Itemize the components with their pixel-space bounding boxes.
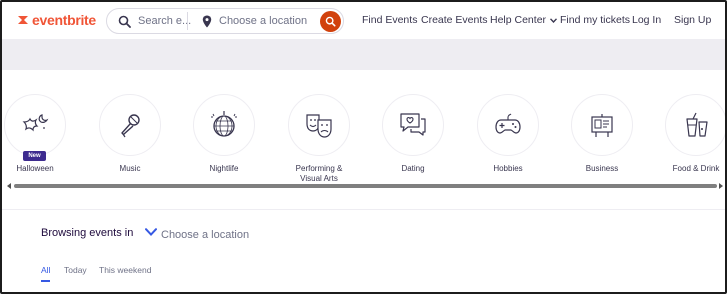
presentation-board-icon xyxy=(591,114,613,137)
category-label: Hobbies xyxy=(493,164,523,173)
eventbrite-logo-mark-icon xyxy=(18,16,28,24)
bat-moon-icon xyxy=(22,114,49,132)
search-submit-button[interactable] xyxy=(320,11,341,32)
category-icon-circle xyxy=(665,94,725,156)
category-nightlife[interactable]: Nightlife xyxy=(184,94,264,174)
nav-find-my-tickets[interactable]: Find my tickets xyxy=(560,14,630,26)
nav-find-events[interactable]: Find Events xyxy=(362,14,417,26)
chevron-down-icon[interactable] xyxy=(145,228,157,236)
category-business[interactable]: Business xyxy=(562,94,642,174)
category-label: Music xyxy=(119,164,141,173)
category-music[interactable]: Music xyxy=(90,94,170,174)
category-icon-circle xyxy=(288,94,350,156)
category-dating[interactable]: Dating xyxy=(373,94,453,174)
category-label: Dating xyxy=(401,164,425,173)
top-header: eventbrite Search e... Choose a location… xyxy=(2,2,725,39)
nav-create-events[interactable]: Create Events xyxy=(421,14,488,26)
category-label: Business xyxy=(585,164,619,173)
category-halloween[interactable]: Halloween xyxy=(2,94,75,174)
microphone-icon xyxy=(121,114,140,138)
drink-icon xyxy=(686,112,708,137)
nav-help-center[interactable]: Help Center xyxy=(490,14,558,26)
tab-today[interactable]: Today xyxy=(64,265,87,275)
search-events-input[interactable]: Search e... xyxy=(138,15,191,27)
search-bar: Search e... Choose a location xyxy=(106,8,344,34)
category-icon-circle xyxy=(4,94,66,156)
theater-masks-icon xyxy=(306,114,332,138)
category-food-drink[interactable]: Food & Drink xyxy=(656,94,725,174)
category-label: Halloween xyxy=(16,164,54,173)
nav-sign-up[interactable]: Sign Up xyxy=(674,14,711,26)
eventbrite-logo[interactable]: eventbrite xyxy=(16,12,96,28)
nav-log-in[interactable]: Log In xyxy=(632,14,661,26)
chat-heart-icon xyxy=(400,113,426,136)
scroll-left-arrow-icon[interactable] xyxy=(7,183,11,189)
category-icon-circle xyxy=(382,94,444,156)
logo-wordmark: eventbrite xyxy=(32,12,96,28)
category-label: Food & Drink xyxy=(672,164,720,173)
search-divider xyxy=(187,12,188,30)
category-icon-circle xyxy=(99,94,161,156)
search-icon xyxy=(325,16,336,27)
scroll-right-arrow-icon[interactable] xyxy=(719,183,723,189)
category-label: Performing & Visual Arts xyxy=(295,164,343,183)
tab-this-weekend[interactable]: This weekend xyxy=(99,265,151,275)
browse-location-selector[interactable]: Choose a location xyxy=(161,229,249,241)
location-input[interactable]: Choose a location xyxy=(219,15,307,27)
new-badge: New xyxy=(23,151,46,161)
gamepad-icon xyxy=(495,113,521,134)
scrollbar-thumb[interactable] xyxy=(14,184,717,188)
category-performing-visual-arts[interactable]: Performing & Visual Arts xyxy=(279,94,359,184)
tab-all[interactable]: All xyxy=(41,265,50,275)
browsing-events-label: Browsing events in xyxy=(41,227,134,239)
location-pin-icon xyxy=(202,15,212,28)
category-icon-circle xyxy=(193,94,255,156)
search-icon xyxy=(118,15,131,28)
category-icon-circle xyxy=(477,94,539,156)
chevron-down-icon xyxy=(550,18,558,23)
nav-help-center-label: Help Center xyxy=(490,14,547,26)
browser-viewport: eventbrite Search e... Choose a location… xyxy=(0,0,727,294)
section-divider xyxy=(2,209,725,210)
category-hobbies[interactable]: Hobbies xyxy=(468,94,548,174)
promo-banner xyxy=(2,39,725,70)
active-tab-indicator xyxy=(41,280,50,282)
category-label: Nightlife xyxy=(209,164,239,173)
category-icon-circle xyxy=(571,94,633,156)
category-scrollbar[interactable] xyxy=(7,183,723,189)
disco-ball-icon xyxy=(211,111,237,137)
